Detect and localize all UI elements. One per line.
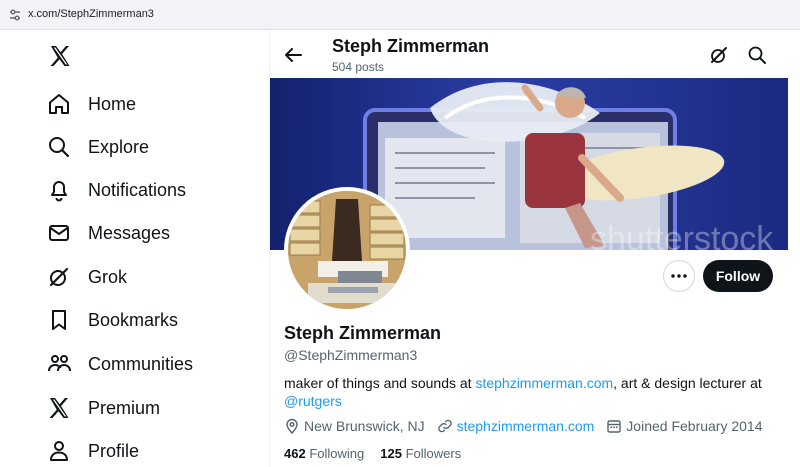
x-logo-icon[interactable] bbox=[48, 44, 72, 68]
followers-link[interactable]: 125 Followers bbox=[380, 446, 461, 461]
bio-text: maker of things and sounds at bbox=[284, 375, 476, 391]
bio-website-link[interactable]: stephzimmerman.com bbox=[475, 375, 613, 391]
sidebar-item-bookmarks[interactable]: Bookmarks bbox=[46, 304, 178, 336]
sidebar-item-messages[interactable]: Messages bbox=[46, 217, 170, 249]
sidebar-item-label: Bookmarks bbox=[88, 309, 179, 330]
more-options-button[interactable] bbox=[663, 260, 695, 292]
header-post-count: 504 posts bbox=[332, 60, 385, 74]
x-logo-icon bbox=[49, 398, 69, 418]
bookmark-icon bbox=[52, 310, 66, 330]
profile-avatar[interactable] bbox=[284, 187, 410, 313]
sidebar-item-label: Grok bbox=[88, 266, 128, 287]
header-title: Steph Zimmerman bbox=[332, 36, 490, 56]
sidebar: Home Explore Notifications Messages Grok bbox=[0, 30, 268, 467]
sidebar-item-label: Profile bbox=[88, 440, 140, 461]
calendar-icon bbox=[607, 420, 621, 433]
profile-meta: New Brunswick, NJ stephzimmerman.com Joi… bbox=[284, 418, 775, 434]
followers-label: Followers bbox=[405, 446, 462, 461]
following-label: Following bbox=[309, 446, 365, 461]
bio-text: , art & design lecturer at bbox=[613, 375, 762, 391]
communities-icon bbox=[48, 355, 71, 372]
follow-button[interactable]: Follow bbox=[703, 260, 773, 292]
bio-mention-link[interactable]: @rutgers bbox=[284, 393, 342, 409]
profile-location: New Brunswick, NJ bbox=[284, 418, 425, 434]
profile-handle: @StephZimmerman3 bbox=[284, 347, 418, 363]
location-text: New Brunswick, NJ bbox=[304, 418, 425, 434]
followers-count: 125 bbox=[380, 446, 402, 461]
profile-column: Steph Zimmerman 504 posts shutterstock F… bbox=[270, 30, 788, 467]
address-url[interactable]: x.com/StephZimmerman3 bbox=[28, 8, 154, 20]
following-link[interactable]: 462 Following bbox=[284, 446, 364, 461]
grok-icon bbox=[49, 267, 69, 287]
sidebar-item-premium[interactable]: Premium bbox=[46, 392, 160, 424]
sidebar-item-explore[interactable]: Explore bbox=[46, 131, 149, 163]
bell-icon bbox=[51, 181, 67, 202]
sidebar-item-label: Explore bbox=[88, 136, 150, 157]
following-count: 462 bbox=[284, 446, 306, 461]
ellipsis-icon bbox=[671, 274, 687, 278]
sidebar-item-communities[interactable]: Communities bbox=[46, 348, 193, 380]
browser-address-bar[interactable]: x.com/StephZimmerman3 bbox=[0, 0, 800, 30]
sidebar-item-label: Premium bbox=[88, 397, 161, 418]
envelope-icon bbox=[49, 225, 69, 241]
svg-text:shutterstock: shutterstock bbox=[590, 220, 774, 250]
location-pin-icon bbox=[286, 418, 298, 434]
grok-icon[interactable] bbox=[708, 44, 730, 66]
website-link[interactable]: stephzimmerman.com bbox=[457, 418, 595, 434]
profile-stats: 462 Following 125 Followers bbox=[284, 446, 477, 461]
profile-header: Steph Zimmerman 504 posts bbox=[270, 30, 788, 78]
sidebar-item-label: Home bbox=[88, 93, 137, 114]
search-icon[interactable] bbox=[746, 44, 768, 66]
profile-joined: Joined February 2014 bbox=[606, 418, 763, 434]
sidebar-item-profile[interactable]: Profile bbox=[46, 435, 139, 467]
profile-name: Steph Zimmerman bbox=[284, 323, 442, 343]
home-icon bbox=[49, 94, 69, 114]
link-icon bbox=[437, 419, 452, 433]
site-settings-icon[interactable] bbox=[8, 8, 22, 22]
sidebar-item-grok[interactable]: Grok bbox=[46, 261, 127, 293]
profile-website[interactable]: stephzimmerman.com bbox=[437, 418, 595, 434]
person-icon bbox=[50, 441, 68, 461]
sidebar-item-home[interactable]: Home bbox=[46, 88, 136, 120]
profile-bio: maker of things and sounds at stephzimme… bbox=[284, 374, 774, 410]
sidebar-item-notifications[interactable]: Notifications bbox=[46, 174, 186, 206]
search-icon bbox=[49, 137, 70, 158]
joined-text: Joined February 2014 bbox=[626, 418, 763, 434]
sidebar-item-label: Messages bbox=[88, 222, 171, 243]
back-arrow-icon[interactable] bbox=[282, 44, 304, 66]
sidebar-item-label: Communities bbox=[88, 353, 194, 374]
sidebar-item-label: Notifications bbox=[88, 179, 187, 200]
